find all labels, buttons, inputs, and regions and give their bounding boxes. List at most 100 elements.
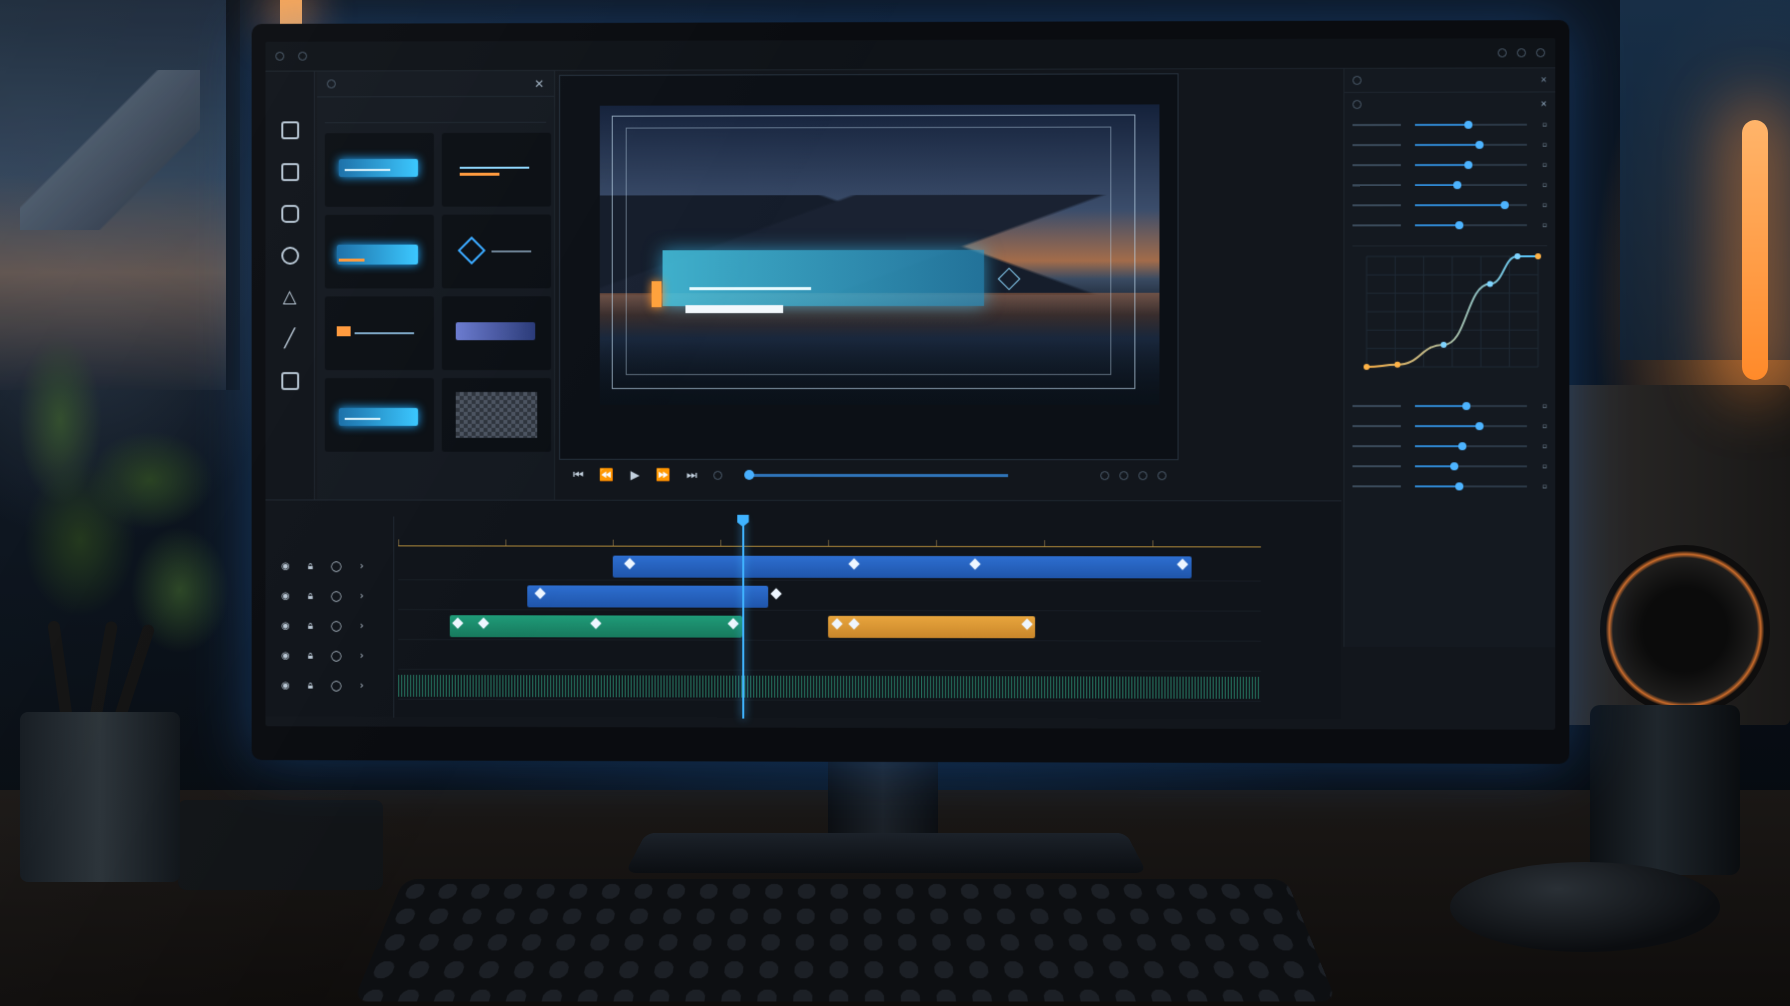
- mute-icon[interactable]: ◯: [331, 650, 342, 661]
- curve-keyframe-point[interactable]: [1535, 253, 1541, 259]
- curve-keyframe-point[interactable]: [1514, 253, 1520, 259]
- panel-menu-icon[interactable]: [327, 79, 336, 88]
- square-tool-icon[interactable]: [281, 163, 299, 181]
- lock-icon[interactable]: 🔒︎: [308, 620, 313, 631]
- property-slider[interactable]: [1415, 224, 1527, 226]
- reset-icon[interactable]: ▫: [1533, 181, 1547, 189]
- eye-icon[interactable]: ◉: [281, 561, 290, 572]
- view-option-icon[interactable]: [1100, 471, 1109, 480]
- reset-icon[interactable]: ▫: [1533, 121, 1547, 129]
- playhead[interactable]: [742, 519, 744, 719]
- timeline-clip[interactable]: [828, 616, 1035, 638]
- window-dot-icon[interactable]: [275, 52, 284, 61]
- properties-menu-icon[interactable]: [1352, 76, 1361, 85]
- slider-knob[interactable]: [1453, 181, 1461, 189]
- close-icon[interactable]: ✕: [534, 76, 544, 90]
- eye-icon[interactable]: ◉: [281, 680, 290, 691]
- search-icon[interactable]: [1352, 99, 1361, 108]
- reset-icon[interactable]: ▫: [1533, 462, 1547, 470]
- close-icon[interactable]: ✕: [1540, 99, 1547, 108]
- curve-keyframe-point[interactable]: [1487, 281, 1493, 287]
- close-icon[interactable]: ✕: [1540, 75, 1547, 84]
- slider-knob[interactable]: [1462, 402, 1470, 410]
- scrub-knob[interactable]: [744, 469, 754, 479]
- reset-icon[interactable]: ▫: [1533, 221, 1547, 229]
- mute-icon[interactable]: ◯: [331, 591, 342, 602]
- slider-knob[interactable]: [1450, 462, 1458, 470]
- property-slider[interactable]: [1415, 445, 1527, 447]
- mute-icon[interactable]: ◯: [331, 680, 342, 691]
- settings-dot-icon[interactable]: [1517, 48, 1526, 57]
- ellipse-tool-icon[interactable]: [281, 247, 299, 265]
- asset-thumb-caption[interactable]: [325, 296, 434, 370]
- slider-knob[interactable]: [1476, 141, 1484, 149]
- settings-dot-icon[interactable]: [1536, 48, 1545, 57]
- keyframe-icon[interactable]: [771, 588, 782, 599]
- skip-back-icon[interactable]: ⏮: [573, 467, 584, 482]
- play-icon[interactable]: ▶: [630, 468, 639, 482]
- property-slider[interactable]: [1415, 465, 1527, 467]
- lock-icon[interactable]: 🔒︎: [308, 591, 313, 602]
- asset-thumb-transparent[interactable]: [442, 378, 551, 452]
- property-slider[interactable]: [1415, 144, 1527, 146]
- settings-dot-icon[interactable]: [1498, 48, 1507, 57]
- property-slider[interactable]: [1415, 485, 1527, 487]
- asset-search-input[interactable]: [325, 101, 546, 123]
- slider-knob[interactable]: [1458, 442, 1466, 450]
- expand-icon[interactable]: ›: [360, 650, 364, 661]
- lock-icon[interactable]: 🔒︎: [308, 561, 313, 572]
- fullscreen-icon[interactable]: [1157, 471, 1166, 480]
- reset-icon[interactable]: ▫: [1533, 161, 1547, 169]
- timeline-ruler[interactable]: [398, 522, 1261, 547]
- triangle-tool-icon[interactable]: △: [281, 289, 299, 307]
- asset-thumb-gradient[interactable]: [442, 296, 551, 370]
- asset-thumb-banner[interactable]: [325, 378, 434, 452]
- eye-icon[interactable]: ◉: [281, 650, 290, 661]
- curve-keyframe-point[interactable]: [1441, 342, 1447, 348]
- reset-icon[interactable]: ▫: [1533, 141, 1547, 149]
- property-slider[interactable]: [1415, 425, 1527, 427]
- expand-icon[interactable]: ›: [360, 680, 364, 691]
- asset-thumb-streak[interactable]: [442, 133, 551, 207]
- slider-knob[interactable]: [1465, 161, 1473, 169]
- lock-icon[interactable]: 🔒︎: [308, 650, 313, 661]
- line-tool-icon[interactable]: ╱: [281, 330, 299, 348]
- mute-icon[interactable]: ◯: [331, 620, 342, 631]
- reset-icon[interactable]: ▫: [1533, 422, 1547, 430]
- expand-icon[interactable]: ›: [360, 620, 364, 631]
- slider-knob[interactable]: [1500, 201, 1508, 209]
- reset-icon[interactable]: ▫: [1533, 482, 1547, 490]
- loop-icon[interactable]: [713, 470, 722, 479]
- eye-icon[interactable]: ◉: [281, 590, 290, 601]
- frame-tool-icon[interactable]: [281, 372, 299, 390]
- property-slider[interactable]: [1415, 184, 1527, 186]
- property-slider[interactable]: [1415, 204, 1527, 206]
- curve-keyframe-point[interactable]: [1364, 364, 1370, 370]
- timeline-clip[interactable]: [613, 556, 1192, 579]
- rectangle-tool-icon[interactable]: [281, 121, 299, 139]
- slider-knob[interactable]: [1465, 121, 1473, 129]
- property-slider[interactable]: [1415, 405, 1527, 407]
- skip-forward-icon[interactable]: ⏭: [686, 467, 697, 482]
- scrub-bar[interactable]: [748, 473, 1008, 476]
- lower-third-graphic[interactable]: [663, 250, 984, 306]
- asset-thumb-lower-third[interactable]: [325, 133, 434, 207]
- reset-icon[interactable]: ▫: [1533, 201, 1547, 209]
- slider-knob[interactable]: [1456, 221, 1464, 229]
- expand-icon[interactable]: ›: [360, 591, 364, 602]
- view-option-icon[interactable]: [1138, 471, 1147, 480]
- timeline-clip[interactable]: [527, 585, 768, 607]
- asset-thumb-title-bar[interactable]: [325, 215, 434, 289]
- property-slider[interactable]: [1415, 124, 1527, 126]
- window-dot-icon[interactable]: [298, 52, 307, 61]
- reset-icon[interactable]: ▫: [1533, 402, 1547, 410]
- easing-curve-graph[interactable]: [1352, 245, 1547, 386]
- slider-knob[interactable]: [1476, 422, 1484, 430]
- mute-icon[interactable]: ◯: [331, 561, 342, 572]
- slider-knob[interactable]: [1456, 482, 1464, 490]
- curve-keyframe-point[interactable]: [1394, 362, 1400, 368]
- audio-waveform-clip[interactable]: [398, 675, 1261, 699]
- lock-icon[interactable]: 🔒︎: [308, 680, 313, 691]
- reset-icon[interactable]: ▫: [1533, 442, 1547, 450]
- property-slider[interactable]: [1415, 164, 1527, 166]
